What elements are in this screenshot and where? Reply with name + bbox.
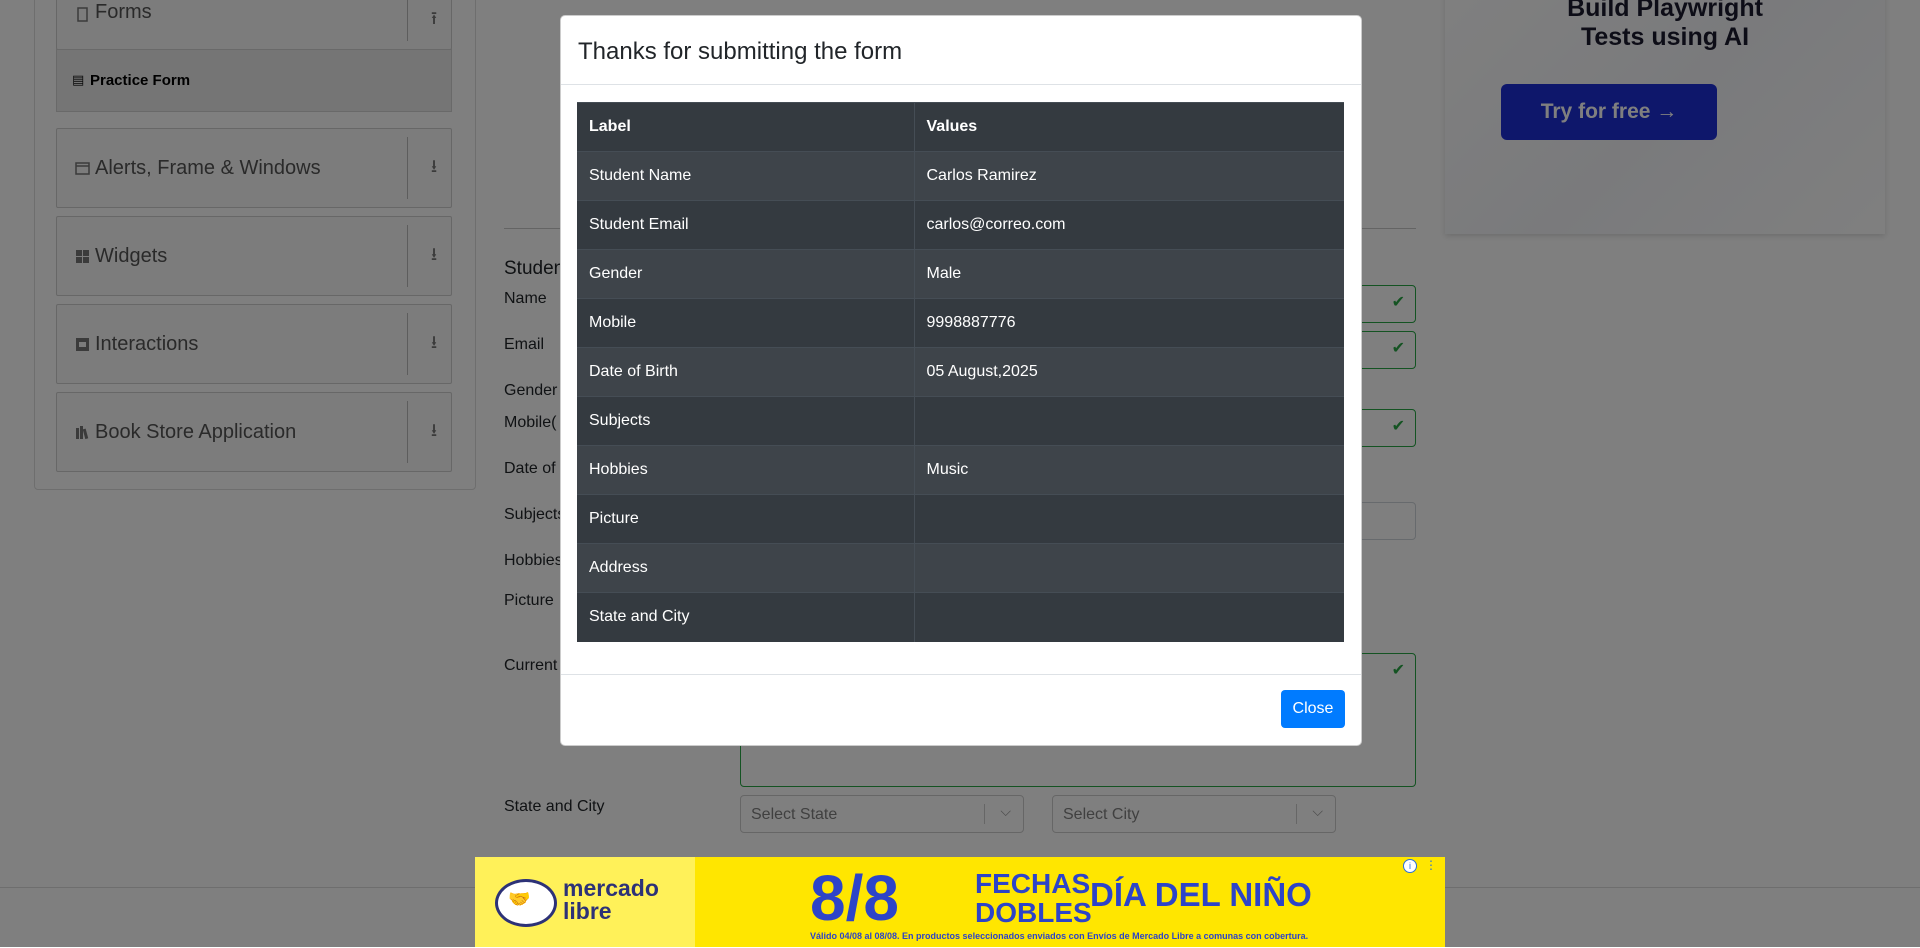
row-value xyxy=(914,543,1344,593)
table-row: Address xyxy=(577,543,1344,593)
submission-modal: Thanks for submitting the form Label Val… xyxy=(560,15,1362,746)
info-icon[interactable]: i xyxy=(1403,859,1417,873)
row-value: carlos@correo.com xyxy=(914,200,1344,250)
column-header-label: Label xyxy=(577,102,915,152)
row-label: Mobile xyxy=(577,298,915,348)
row-value: Music xyxy=(914,445,1344,495)
table-row: Mobile 9998887776 xyxy=(577,298,1344,348)
row-label: Hobbies xyxy=(577,445,915,495)
row-label: Date of Birth xyxy=(577,347,915,397)
modal-footer: Close xyxy=(561,674,1361,745)
table-row: Gender Male xyxy=(577,249,1344,299)
close-button[interactable]: Close xyxy=(1281,690,1345,728)
ad-brand: mercado libre xyxy=(563,877,659,923)
ad-tagline: FECHAS DOBLES xyxy=(975,869,1092,927)
row-label: Address xyxy=(577,543,915,593)
more-options-icon[interactable]: ⋮ xyxy=(1425,858,1437,872)
row-value: 9998887776 xyxy=(914,298,1344,348)
modal-header: Thanks for submitting the form xyxy=(561,16,1361,85)
ad-event: DÍA DEL NIÑO xyxy=(1090,876,1312,913)
submission-table: Label Values Student Name Carlos Ramirez… xyxy=(577,102,1344,642)
ad-brand-line2: libre xyxy=(563,898,612,924)
table-row: State and City xyxy=(577,592,1344,642)
table-row: Subjects xyxy=(577,396,1344,446)
ad-tagline-line2: DOBLES xyxy=(975,897,1092,928)
row-label: Student Email xyxy=(577,200,915,250)
table-row: Hobbies Music xyxy=(577,445,1344,495)
row-value: Male xyxy=(914,249,1344,299)
table-row: Date of Birth 05 August,2025 xyxy=(577,347,1344,397)
ad-brand-line1: mercado xyxy=(563,875,659,901)
modal-title: Thanks for submitting the form xyxy=(578,38,903,65)
ad-bottom-banner[interactable]: 🤝 mercado libre 8/8 FECHAS DOBLES DÍA DE… xyxy=(475,857,1445,947)
ad-fine-print: Válido 04/08 al 08/08. En productos sele… xyxy=(810,931,1309,941)
row-value xyxy=(914,396,1344,446)
ad-tagline-line1: FECHAS xyxy=(975,868,1091,899)
row-label: Picture xyxy=(577,494,915,544)
row-label: State and City xyxy=(577,592,915,642)
row-label: Subjects xyxy=(577,396,915,446)
row-value: Carlos Ramirez xyxy=(914,151,1344,201)
table-row: Student Name Carlos Ramirez xyxy=(577,151,1344,201)
table-row: Student Email carlos@correo.com xyxy=(577,200,1344,250)
row-value xyxy=(914,494,1344,544)
row-label: Gender xyxy=(577,249,915,299)
row-value xyxy=(914,592,1344,642)
row-label: Student Name xyxy=(577,151,915,201)
table-row: Picture xyxy=(577,494,1344,544)
column-header-values: Values xyxy=(914,102,1344,152)
table-header-row: Label Values xyxy=(577,102,1344,152)
ad-date: 8/8 xyxy=(810,862,899,934)
row-value: 05 August,2025 xyxy=(914,347,1344,397)
handshake-icon: 🤝 xyxy=(508,889,531,909)
